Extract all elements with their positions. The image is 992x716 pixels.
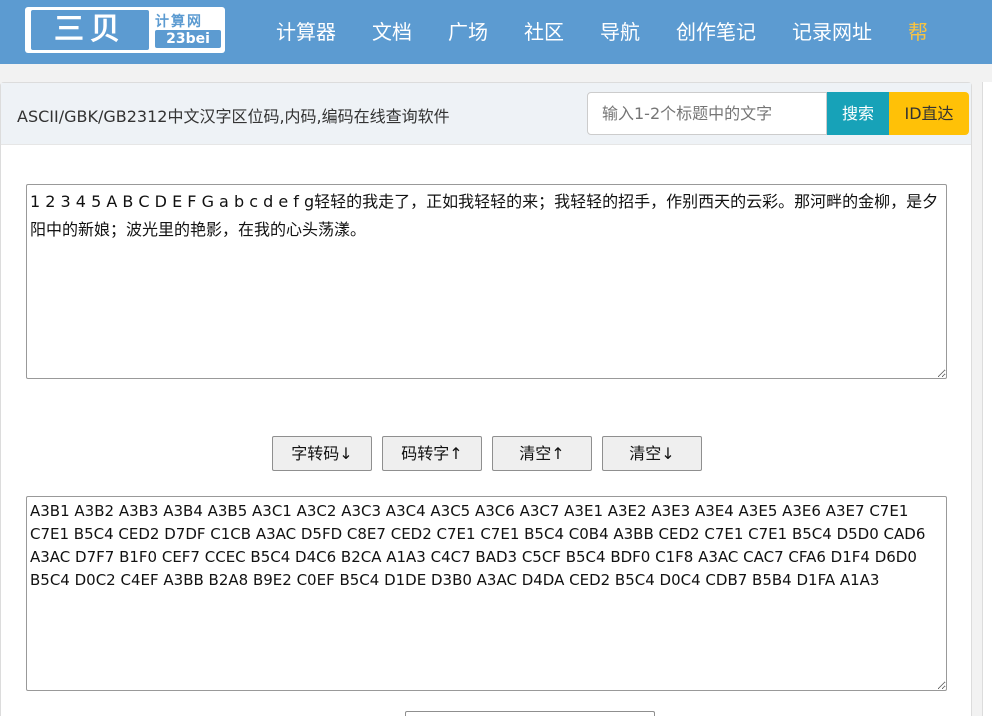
logo-main-text: 三贝 xyxy=(31,10,149,50)
search-input[interactable] xyxy=(587,92,827,135)
nav-links: 计算器 文档 广场 社区 导航 创作笔记 记录网址 帮 xyxy=(258,0,946,64)
right-sidebar-edge xyxy=(982,82,992,716)
id-jump-button[interactable]: ID直达 xyxy=(889,92,969,135)
logo-sub-text: 计算网 xyxy=(155,14,203,30)
nav-link-community[interactable]: 社区 xyxy=(506,0,582,64)
clear-top-button[interactable]: 清空↑ xyxy=(492,436,592,471)
bottom-control[interactable] xyxy=(405,711,655,716)
code-to-char-button[interactable]: 码转字↑ xyxy=(382,436,482,471)
nav-link-calculator[interactable]: 计算器 xyxy=(258,0,354,64)
nav-link-plaza[interactable]: 广场 xyxy=(430,0,506,64)
text-input-area[interactable]: 1 2 3 4 5 A B C D E F G a b c d e f g轻轻的… xyxy=(26,184,947,379)
page-title: ASCII/GBK/GB2312中文汉字区位码,内码,编码在线查询软件 xyxy=(17,107,450,126)
code-output-area[interactable]: A3B1 A3B2 A3B3 A3B4 A3B5 A3C1 A3C2 A3C3 … xyxy=(26,496,947,691)
panel-header: ASCII/GBK/GB2312中文汉字区位码,内码,编码在线查询软件 搜索 I… xyxy=(1,83,971,145)
action-buttons: 字转码↓ 码转字↑ 清空↑ 清空↓ xyxy=(272,436,712,471)
char-to-code-button[interactable]: 字转码↓ xyxy=(272,436,372,471)
tool-panel: ASCII/GBK/GB2312中文汉字区位码,内码,编码在线查询软件 搜索 I… xyxy=(0,82,972,716)
site-logo[interactable]: 三贝 计算网 23bei xyxy=(25,7,225,53)
search-button[interactable]: 搜索 xyxy=(827,92,889,135)
logo-domain-text: 23bei xyxy=(155,30,221,48)
clear-bottom-button[interactable]: 清空↓ xyxy=(602,436,702,471)
top-navbar: 三贝 计算网 23bei 计算器 文档 广场 社区 导航 创作笔记 记录网址 帮 xyxy=(0,0,992,64)
nav-link-help[interactable]: 帮 xyxy=(890,0,946,64)
nav-link-navigation[interactable]: 导航 xyxy=(582,0,658,64)
nav-link-bookmarks[interactable]: 记录网址 xyxy=(774,0,890,64)
nav-link-docs[interactable]: 文档 xyxy=(354,0,430,64)
nav-link-notes[interactable]: 创作笔记 xyxy=(658,0,774,64)
